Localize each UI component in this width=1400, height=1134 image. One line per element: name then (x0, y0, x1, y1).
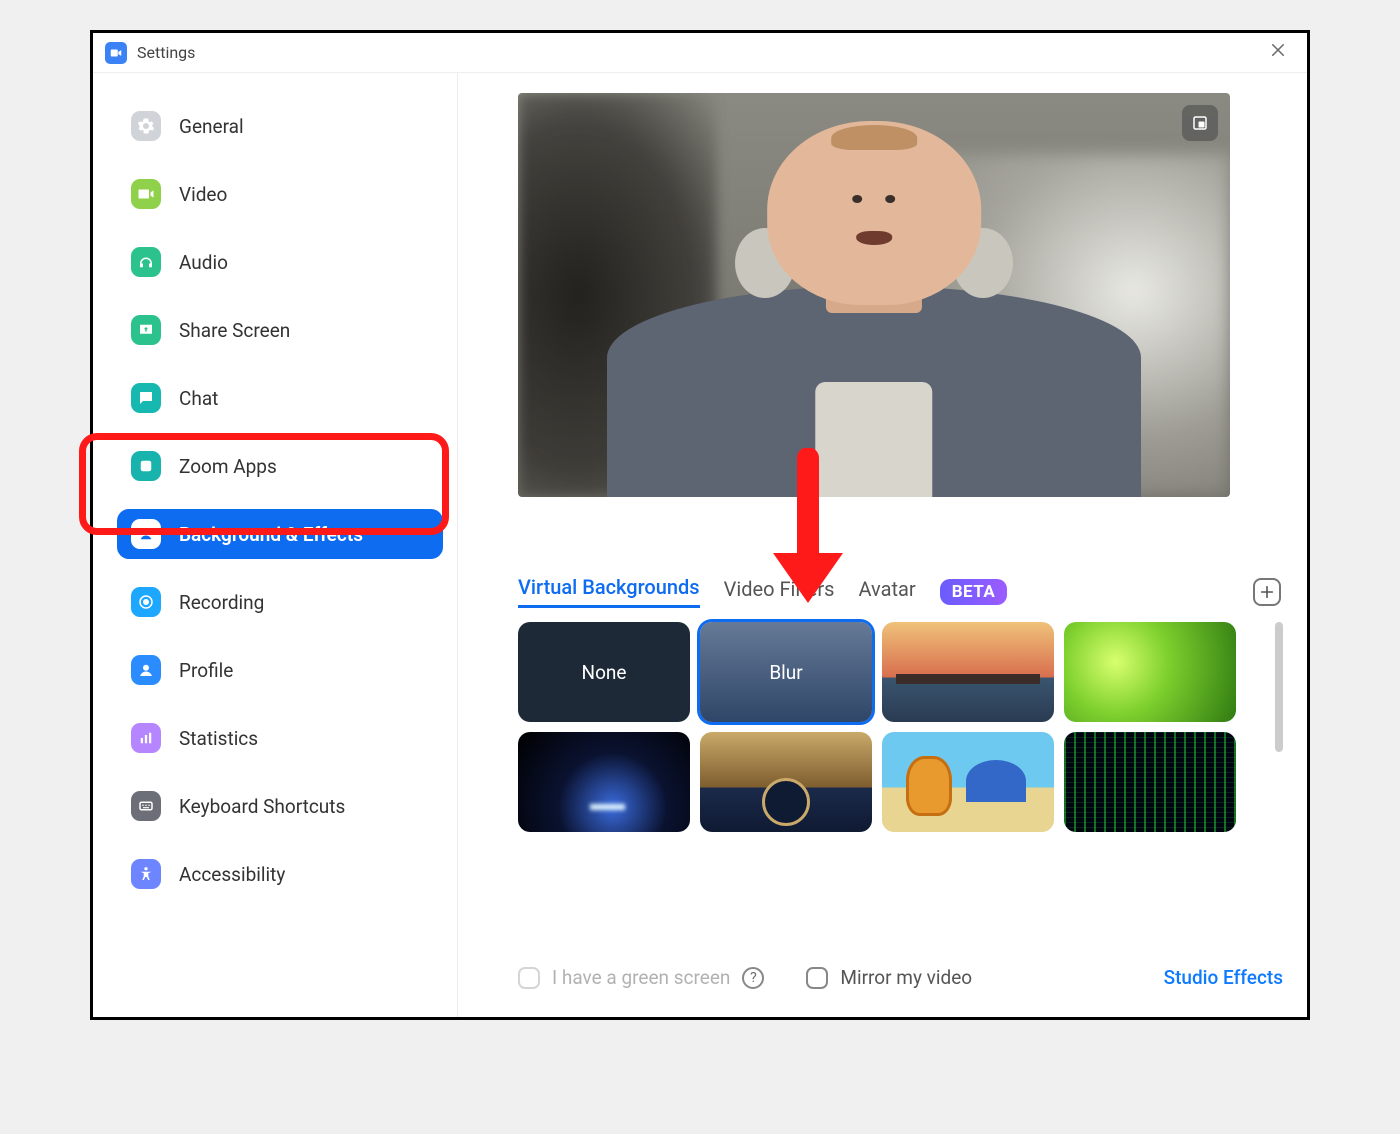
popout-icon (1191, 114, 1209, 132)
preview-person (607, 113, 1141, 497)
sidebar-item-label: Profile (179, 659, 233, 682)
close-button[interactable] (1261, 36, 1295, 69)
add-background-button[interactable] (1253, 578, 1281, 606)
effects-footer: I have a green screen ? Mirror my video … (518, 966, 1283, 997)
thumbnails-scrollbar[interactable] (1275, 622, 1283, 752)
headphones-icon (131, 247, 161, 277)
green-screen-checkbox[interactable] (518, 967, 540, 989)
beta-badge: BETA (940, 579, 1008, 605)
mirror-video-label: Mirror my video (840, 966, 972, 989)
close-icon (1269, 41, 1287, 59)
studio-effects-link[interactable]: Studio Effects (1164, 966, 1283, 989)
sidebar-item-background-effects[interactable]: Background & Effects (117, 509, 443, 559)
plus-icon (1259, 584, 1275, 600)
preview-popout-button[interactable] (1182, 105, 1218, 141)
record-icon (131, 587, 161, 617)
sidebar-item-label: General (179, 115, 244, 138)
window-body: General Video Audio Share Screen (93, 73, 1307, 1017)
bg-option-grass[interactable] (1064, 622, 1236, 722)
settings-main-panel: Virtual Backgrounds Video Filters Avatar… (458, 73, 1307, 1017)
sidebar-item-profile[interactable]: Profile (117, 645, 443, 695)
bg-option-matrix[interactable] (1064, 732, 1236, 832)
sidebar-item-general[interactable]: General (117, 101, 443, 151)
sidebar-item-video[interactable]: Video (117, 169, 443, 219)
gear-icon (131, 111, 161, 141)
titlebar: Settings (93, 33, 1307, 73)
sidebar-item-label: Keyboard Shortcuts (179, 795, 345, 818)
sidebar-item-zoom-apps[interactable]: Zoom Apps (117, 441, 443, 491)
settings-window: Settings General Video (90, 30, 1310, 1020)
settings-sidebar: General Video Audio Share Screen (93, 73, 458, 1017)
keyboard-icon (131, 791, 161, 821)
sidebar-item-label: Background & Effects (179, 523, 363, 546)
thumb-label: Blur (769, 661, 802, 684)
sidebar-item-label: Zoom Apps (179, 455, 277, 478)
sidebar-item-label: Chat (179, 387, 218, 410)
sidebar-item-label: Video (179, 183, 227, 206)
tab-virtual-backgrounds[interactable]: Virtual Backgrounds (518, 575, 700, 608)
video-preview (518, 93, 1230, 497)
green-screen-help-button[interactable]: ? (742, 967, 764, 989)
accessibility-icon (131, 859, 161, 889)
bg-option-none[interactable]: None (518, 622, 690, 722)
sidebar-item-accessibility[interactable]: Accessibility (117, 849, 443, 899)
statistics-icon (131, 723, 161, 753)
tab-avatar[interactable]: Avatar (859, 577, 916, 607)
window-title: Settings (137, 43, 195, 62)
help-icon: ? (750, 970, 757, 986)
sidebar-item-audio[interactable]: Audio (117, 237, 443, 287)
bg-option-golden-gate[interactable] (882, 622, 1054, 722)
bg-option-earth[interactable] (518, 732, 690, 832)
thumb-label: None (582, 661, 627, 684)
profile-icon (131, 655, 161, 685)
green-screen-label: I have a green screen (552, 966, 730, 989)
effects-tabs: Virtual Backgrounds Video Filters Avatar… (518, 575, 1283, 608)
sidebar-item-label: Recording (179, 591, 264, 614)
mirror-video-checkbox[interactable] (806, 967, 828, 989)
sidebar-item-label: Accessibility (179, 863, 285, 886)
background-thumbnails: None Blur (518, 622, 1263, 832)
video-icon (131, 179, 161, 209)
bg-option-bikini-bottom[interactable] (882, 732, 1054, 832)
person-card-icon (131, 519, 161, 549)
sidebar-item-chat[interactable]: Chat (117, 373, 443, 423)
background-thumbnails-wrap: None Blur (518, 622, 1283, 832)
sidebar-item-label: Audio (179, 251, 228, 274)
chat-icon (131, 383, 161, 413)
sidebar-item-recording[interactable]: Recording (117, 577, 443, 627)
tab-video-filters[interactable]: Video Filters (724, 577, 835, 607)
share-screen-icon (131, 315, 161, 345)
zoom-app-icon (105, 42, 127, 64)
sidebar-item-share-screen[interactable]: Share Screen (117, 305, 443, 355)
sidebar-item-statistics[interactable]: Statistics (117, 713, 443, 763)
sidebar-item-keyboard-shortcuts[interactable]: Keyboard Shortcuts (117, 781, 443, 831)
sidebar-item-label: Share Screen (179, 319, 290, 342)
sidebar-item-label: Statistics (179, 727, 258, 750)
bg-option-oval-office[interactable] (700, 732, 872, 832)
bg-option-blur[interactable]: Blur (700, 622, 872, 722)
apps-icon (131, 451, 161, 481)
